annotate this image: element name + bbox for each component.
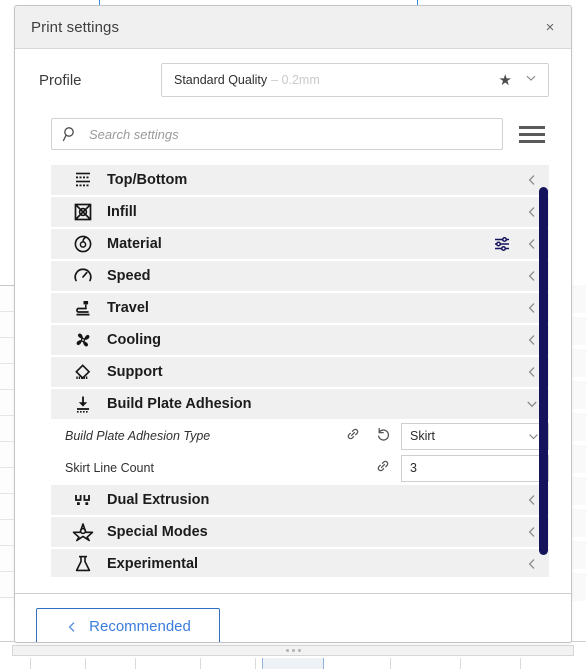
category-label: Experimental xyxy=(107,556,199,572)
setting-label: Build Plate Adhesion Type xyxy=(65,429,211,443)
setting-label: Skirt Line Count xyxy=(65,461,154,475)
category-row-top-bottom[interactable]: Top/Bottom xyxy=(51,165,549,195)
settings-list: Top/Bottom Infill Material Speed Travel … xyxy=(51,165,549,577)
chevron-left-icon xyxy=(65,620,79,634)
profile-name: Standard Quality xyxy=(174,73,268,87)
category-row-support[interactable]: Support xyxy=(51,357,549,387)
travel-icon xyxy=(63,297,103,319)
category-row-material[interactable]: Material xyxy=(51,229,549,259)
close-icon[interactable]: × xyxy=(535,12,565,42)
speed-gauge-icon xyxy=(63,265,103,287)
recommended-button-label: Recommended xyxy=(89,618,191,635)
settings-scrollbar-thumb[interactable] xyxy=(539,187,548,555)
link-icon[interactable] xyxy=(345,426,361,447)
setting-row-build-plate-adhesion-type: Build Plate Adhesion Type Skirt xyxy=(51,421,549,451)
settings-scrollbar-track[interactable] xyxy=(537,173,549,577)
adhesion-type-select[interactable]: Skirt xyxy=(401,422,549,450)
category-label: Speed xyxy=(107,268,151,284)
profile-dropdown[interactable]: Standard Quality – 0.2mm ★ xyxy=(161,63,549,97)
category-label: Infill xyxy=(107,204,137,220)
recommended-button[interactable]: Recommended xyxy=(36,608,220,642)
hamburger-menu-icon[interactable] xyxy=(515,118,549,150)
category-label: Build Plate Adhesion xyxy=(107,396,252,412)
profile-label: Profile xyxy=(39,71,82,89)
search-input[interactable] xyxy=(87,125,492,143)
category-row-dual-extrusion[interactable]: Dual Extrusion xyxy=(51,485,549,515)
material-spool-icon xyxy=(63,233,103,255)
category-row-experimental[interactable]: Experimental xyxy=(51,549,549,577)
cooling-fan-icon xyxy=(63,329,103,351)
search-box[interactable] xyxy=(51,118,503,150)
infill-icon xyxy=(63,201,103,223)
revert-icon[interactable] xyxy=(375,426,391,447)
print-settings-dialog: Print settings × Profile Standard Qualit… xyxy=(14,5,572,643)
top-bottom-icon xyxy=(63,169,103,191)
setting-row-skirt-line-count: Skirt Line Count xyxy=(51,453,549,483)
settings-list-inner: Top/Bottom Infill Material Speed Travel … xyxy=(51,165,549,577)
category-label: Dual Extrusion xyxy=(107,492,210,508)
profile-row: Profile Standard Quality – 0.2mm ★ xyxy=(15,49,571,111)
category-row-speed[interactable]: Speed xyxy=(51,261,549,291)
build-plate-adhesion-icon xyxy=(63,393,103,415)
category-row-special-modes[interactable]: Special Modes xyxy=(51,517,549,547)
sliders-settings-icon[interactable] xyxy=(493,235,511,253)
dialog-titlebar: Print settings × xyxy=(15,6,571,49)
dialog-title: Print settings xyxy=(31,18,120,36)
window-resize-bar[interactable] xyxy=(12,645,574,656)
experimental-flask-icon xyxy=(63,553,103,575)
profile-layer-height: – 0.2mm xyxy=(271,73,320,87)
category-row-build-plate-adhesion[interactable]: Build Plate Adhesion xyxy=(51,389,549,419)
category-label: Material xyxy=(107,236,162,252)
category-row-cooling[interactable]: Cooling xyxy=(51,325,549,355)
category-row-travel[interactable]: Travel xyxy=(51,293,549,323)
star-icon[interactable]: ★ xyxy=(499,73,512,88)
background-bottom-ghost xyxy=(0,658,586,669)
search-icon xyxy=(62,126,79,143)
category-label: Travel xyxy=(107,300,149,316)
category-label: Cooling xyxy=(107,332,161,348)
category-label: Top/Bottom xyxy=(107,172,188,188)
resize-grip-dots xyxy=(285,649,301,652)
search-row xyxy=(15,111,571,157)
category-label: Support xyxy=(107,364,163,380)
chevron-down-icon[interactable] xyxy=(524,71,538,90)
support-icon xyxy=(63,361,103,383)
screen-root: Print settings × Profile Standard Qualit… xyxy=(0,0,586,669)
category-row-infill[interactable]: Infill xyxy=(51,197,549,227)
dual-extrusion-icon xyxy=(63,489,103,511)
footer-divider xyxy=(15,593,571,594)
adhesion-type-value: Skirt xyxy=(410,429,435,443)
category-label: Special Modes xyxy=(107,524,208,540)
link-icon[interactable] xyxy=(375,458,391,479)
skirt-line-count-input[interactable] xyxy=(401,454,549,482)
special-modes-icon xyxy=(63,521,103,543)
